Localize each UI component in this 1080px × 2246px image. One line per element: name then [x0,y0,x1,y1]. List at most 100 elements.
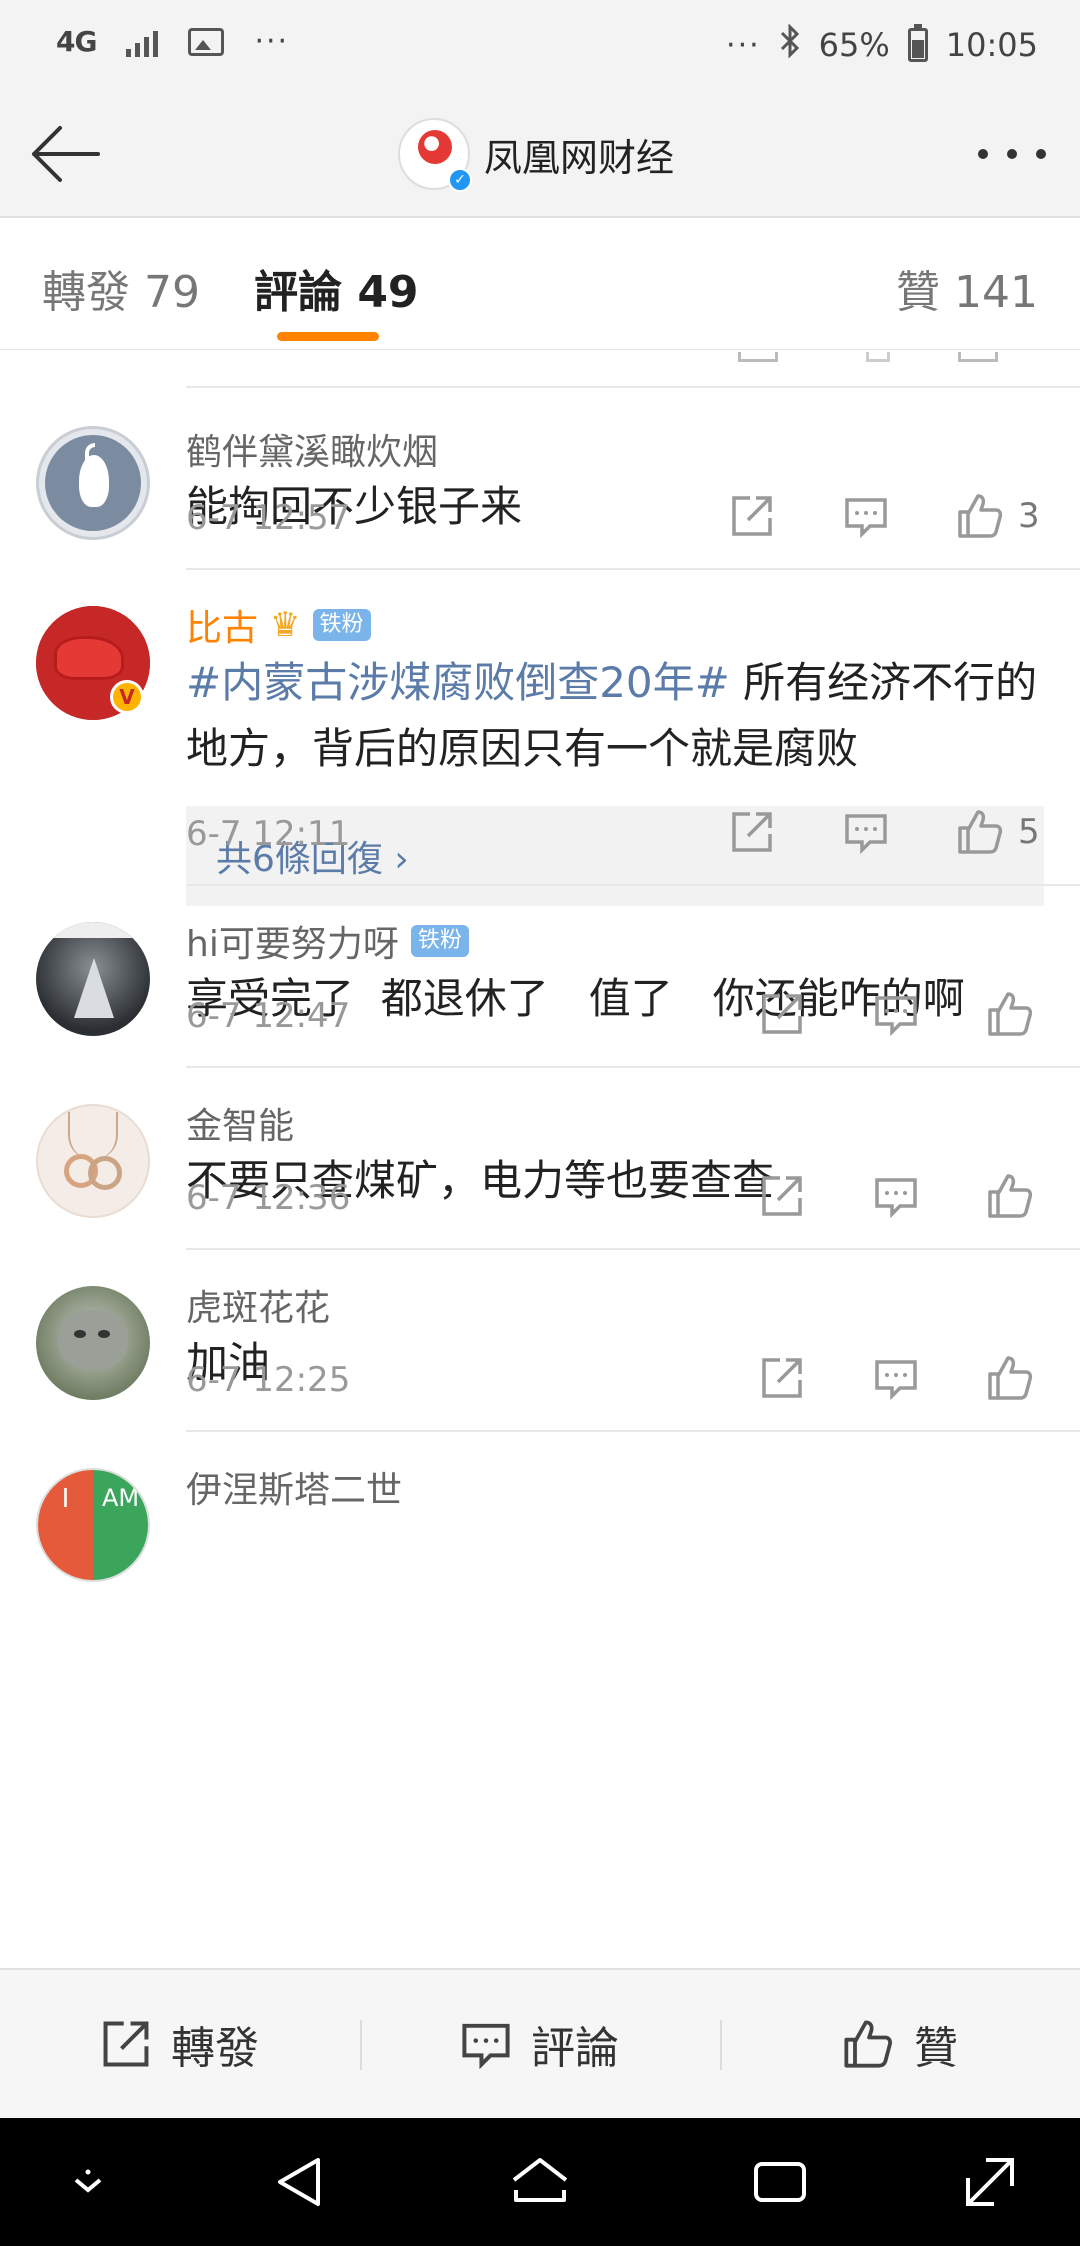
like-comment-button[interactable] [950,802,1010,862]
topic-hashtag-link[interactable]: #内蒙古涉煤腐败倒查20年# [186,658,730,707]
expand-screen-icon[interactable] [958,2150,1022,2214]
comment-label: 評論 [531,2023,619,2074]
thumbs-up-icon [958,494,1003,538]
tab-comments[interactable]: 評論 49 [254,256,419,320]
comment-icon [875,1360,917,1400]
user-avatar[interactable] [36,1104,150,1218]
repost-comment-button[interactable] [722,486,782,546]
comment-item: hi可要努力呀 铁粉 享受完了 都退休了 值了 你还能咋的啊 6-7 12:47 [0,886,1080,1068]
user-avatar[interactable] [36,426,150,540]
commenter-name[interactable]: 比古 [186,599,258,651]
share-icon [732,496,772,536]
commenter-name[interactable]: 虎斑花花 [186,1280,1044,1330]
tab-bar: 轉發 79 評論 49 贊 141 [0,220,1080,350]
like-count: 5 [1018,812,1040,852]
like-count: 3 [1018,496,1040,536]
like-comment-button[interactable] [950,486,1010,546]
comment-icon [845,814,887,854]
comment-item: 鹤伴黛溪瞰炊烟 能掏回不少银子来 6-7 12:57 3 [0,388,1080,570]
vip-badge-icon: V [110,680,144,714]
title-bar: ✓ 凤凰网财经 [0,90,1080,218]
share-icon [103,2021,149,2067]
like-comment-button[interactable] [980,984,1040,1044]
reply-comment-button[interactable] [836,802,896,862]
reply-comment-button[interactable] [836,486,896,546]
comment-time: 6-7 12:47 [186,996,351,1036]
bluetooth-icon [779,23,801,66]
thumbs-up-icon [988,1356,1033,1400]
account-header[interactable]: ✓ 凤凰网财经 [398,114,674,194]
battery-icon [907,24,928,62]
comment-icon [845,498,887,538]
back-button[interactable] [26,114,106,194]
comment-list[interactable]: 鹤伴黛溪瞰炊烟 能掏回不少银子来 6-7 12:57 3 V 比古 ♛ 铁粉 #… [0,352,1080,1968]
comment-item: 虎斑花花 加油 6-7 12:25 [0,1250,1080,1432]
more-status-icon: ··· [726,27,761,63]
comment-icon [875,1178,917,1218]
comment-time: 6-7 12:36 [186,1178,351,1218]
comment-time: 6-7 12:25 [186,1360,351,1400]
repost-comment-button[interactable] [752,1166,812,1226]
fan-badge: 铁粉 [410,925,469,957]
fan-badge: 铁粉 [312,609,371,641]
commenter-name[interactable]: 金智能 [186,1098,1044,1148]
comment-time: 6-7 12:11 [186,814,351,854]
like-label: 贊 [914,2023,958,2074]
active-tab-indicator [277,332,379,341]
battery-percent: 65% [818,26,890,64]
like-comment-button[interactable] [980,1166,1040,1226]
back-arrow-icon [32,126,100,182]
phoenix-logo-icon [418,130,452,164]
comment-text: #内蒙古涉煤腐败倒查20年# 所有经济不行的地方，背后的原因只有一个就是腐败 [186,658,1038,773]
comment-item: V 比古 ♛ 铁粉 #内蒙古涉煤腐败倒查20年# 所有经济不行的地方，背后的原因… [0,570,1080,906]
hide-keyboard-icon[interactable] [56,2150,120,2214]
home-nav-icon[interactable] [508,2150,572,2214]
crown-icon: ♛ [270,605,301,645]
previous-comment-actions [186,352,1080,388]
tab-likes[interactable]: 贊 141 [896,256,1038,320]
user-avatar[interactable]: I AM [36,1468,150,1582]
more-notifications-icon: ··· [254,24,290,59]
share-icon [762,1358,802,1398]
tab-reposts[interactable]: 轉發 79 [42,256,200,320]
image-notification-icon [188,27,225,56]
share-icon [762,1176,802,1216]
system-navigation-bar [0,2118,1080,2246]
user-avatar[interactable]: V [36,606,150,720]
bottom-action-bar: 轉發 評論 贊 [0,1968,1080,2118]
repost-comment-button[interactable] [752,1348,812,1408]
commenter-name[interactable]: 鹤伴黛溪瞰炊烟 [186,424,1044,474]
thumbs-up-icon [988,992,1033,1036]
like-button[interactable]: 贊 [720,1970,1080,2118]
comment-item: I AM 伊涅斯塔二世 [0,1432,1080,1632]
share-icon [732,812,772,852]
recent-apps-icon[interactable] [748,2150,812,2214]
reply-comment-button[interactable] [866,1166,926,1226]
thumbs-up-icon [844,2020,892,2068]
more-options-button[interactable] [972,114,1052,194]
signal-icon [126,27,159,57]
commenter-name[interactable]: hi可要努力呀 [186,915,399,967]
comment-time: 6-7 12:57 [186,498,351,538]
reply-comment-button[interactable] [866,1348,926,1408]
reply-comment-button[interactable] [866,984,926,1044]
thumbs-up-icon [988,1174,1033,1218]
status-bar: 4G ··· ··· 65% 10:05 [0,0,1080,90]
repost-comment-button[interactable] [752,984,812,1044]
comment-icon [875,996,917,1036]
repost-comment-button[interactable] [722,802,782,862]
commenter-name[interactable]: 伊涅斯塔二世 [186,1462,1044,1512]
share-icon [762,994,802,1034]
network-type: 4G [56,25,97,58]
back-nav-icon[interactable] [268,2150,332,2214]
like-comment-button[interactable] [980,1348,1040,1408]
account-avatar[interactable]: ✓ [398,118,472,192]
comment-item: 金智能 不要只查煤矿，电力等也要查查 6-7 12:36 [0,1068,1080,1250]
repost-button[interactable]: 轉發 [0,1970,360,2118]
user-avatar[interactable] [36,1286,150,1400]
clock: 10:05 [945,26,1038,64]
thumbs-up-icon [958,810,1003,854]
user-avatar[interactable] [36,922,150,1036]
comment-icon [462,2023,510,2069]
comment-button[interactable]: 評論 [360,1970,720,2118]
